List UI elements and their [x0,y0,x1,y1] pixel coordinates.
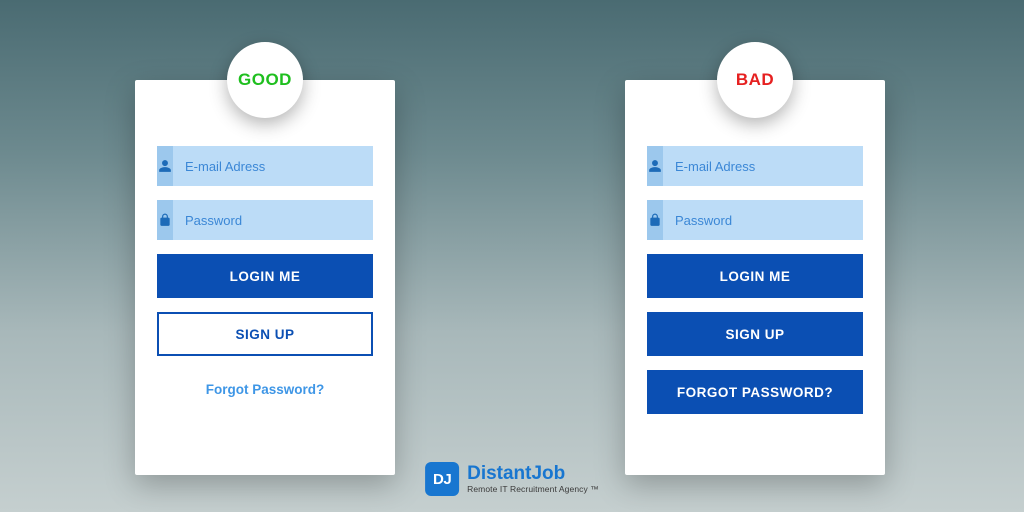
forgot-password-link[interactable]: Forgot Password? [157,382,373,397]
lock-icon [157,200,173,240]
email-group [647,146,863,186]
brand-footer: DJ DistantJob Remote IT Recruitment Agen… [425,462,599,496]
password-group [157,200,373,240]
status-badge-bad: BAD [717,42,793,118]
brand-text: DistantJob Remote IT Recruitment Agency … [467,464,599,494]
password-field[interactable] [173,200,373,240]
password-field[interactable] [663,200,863,240]
card-content: LOGIN ME SIGN UP Forgot Password? [135,80,395,417]
brand-name: DistantJob [467,464,599,483]
email-field[interactable] [173,146,373,186]
forgot-password-button[interactable]: FORGOT PASSWORD? [647,370,863,414]
brand-logo: DJ [425,462,459,496]
brand-tagline: Remote IT Recruitment Agency ™ [467,485,599,494]
password-group [647,200,863,240]
user-icon [647,146,663,186]
login-card-bad: BAD LOGIN ME SIGN UP FORGOT PASSWORD? [625,80,885,475]
signup-button[interactable]: SIGN UP [647,312,863,356]
badge-label: BAD [736,70,774,90]
signup-button[interactable]: SIGN UP [157,312,373,356]
lock-icon [647,200,663,240]
brand-logo-text: DJ [433,471,451,488]
card-content: LOGIN ME SIGN UP FORGOT PASSWORD? [625,80,885,448]
email-group [157,146,373,186]
user-icon [157,146,173,186]
email-field[interactable] [663,146,863,186]
status-badge-good: GOOD [227,42,303,118]
badge-label: GOOD [238,70,292,90]
login-button[interactable]: LOGIN ME [157,254,373,298]
login-button[interactable]: LOGIN ME [647,254,863,298]
login-card-good: GOOD LOGIN ME SIGN UP Forgot Password? [135,80,395,475]
